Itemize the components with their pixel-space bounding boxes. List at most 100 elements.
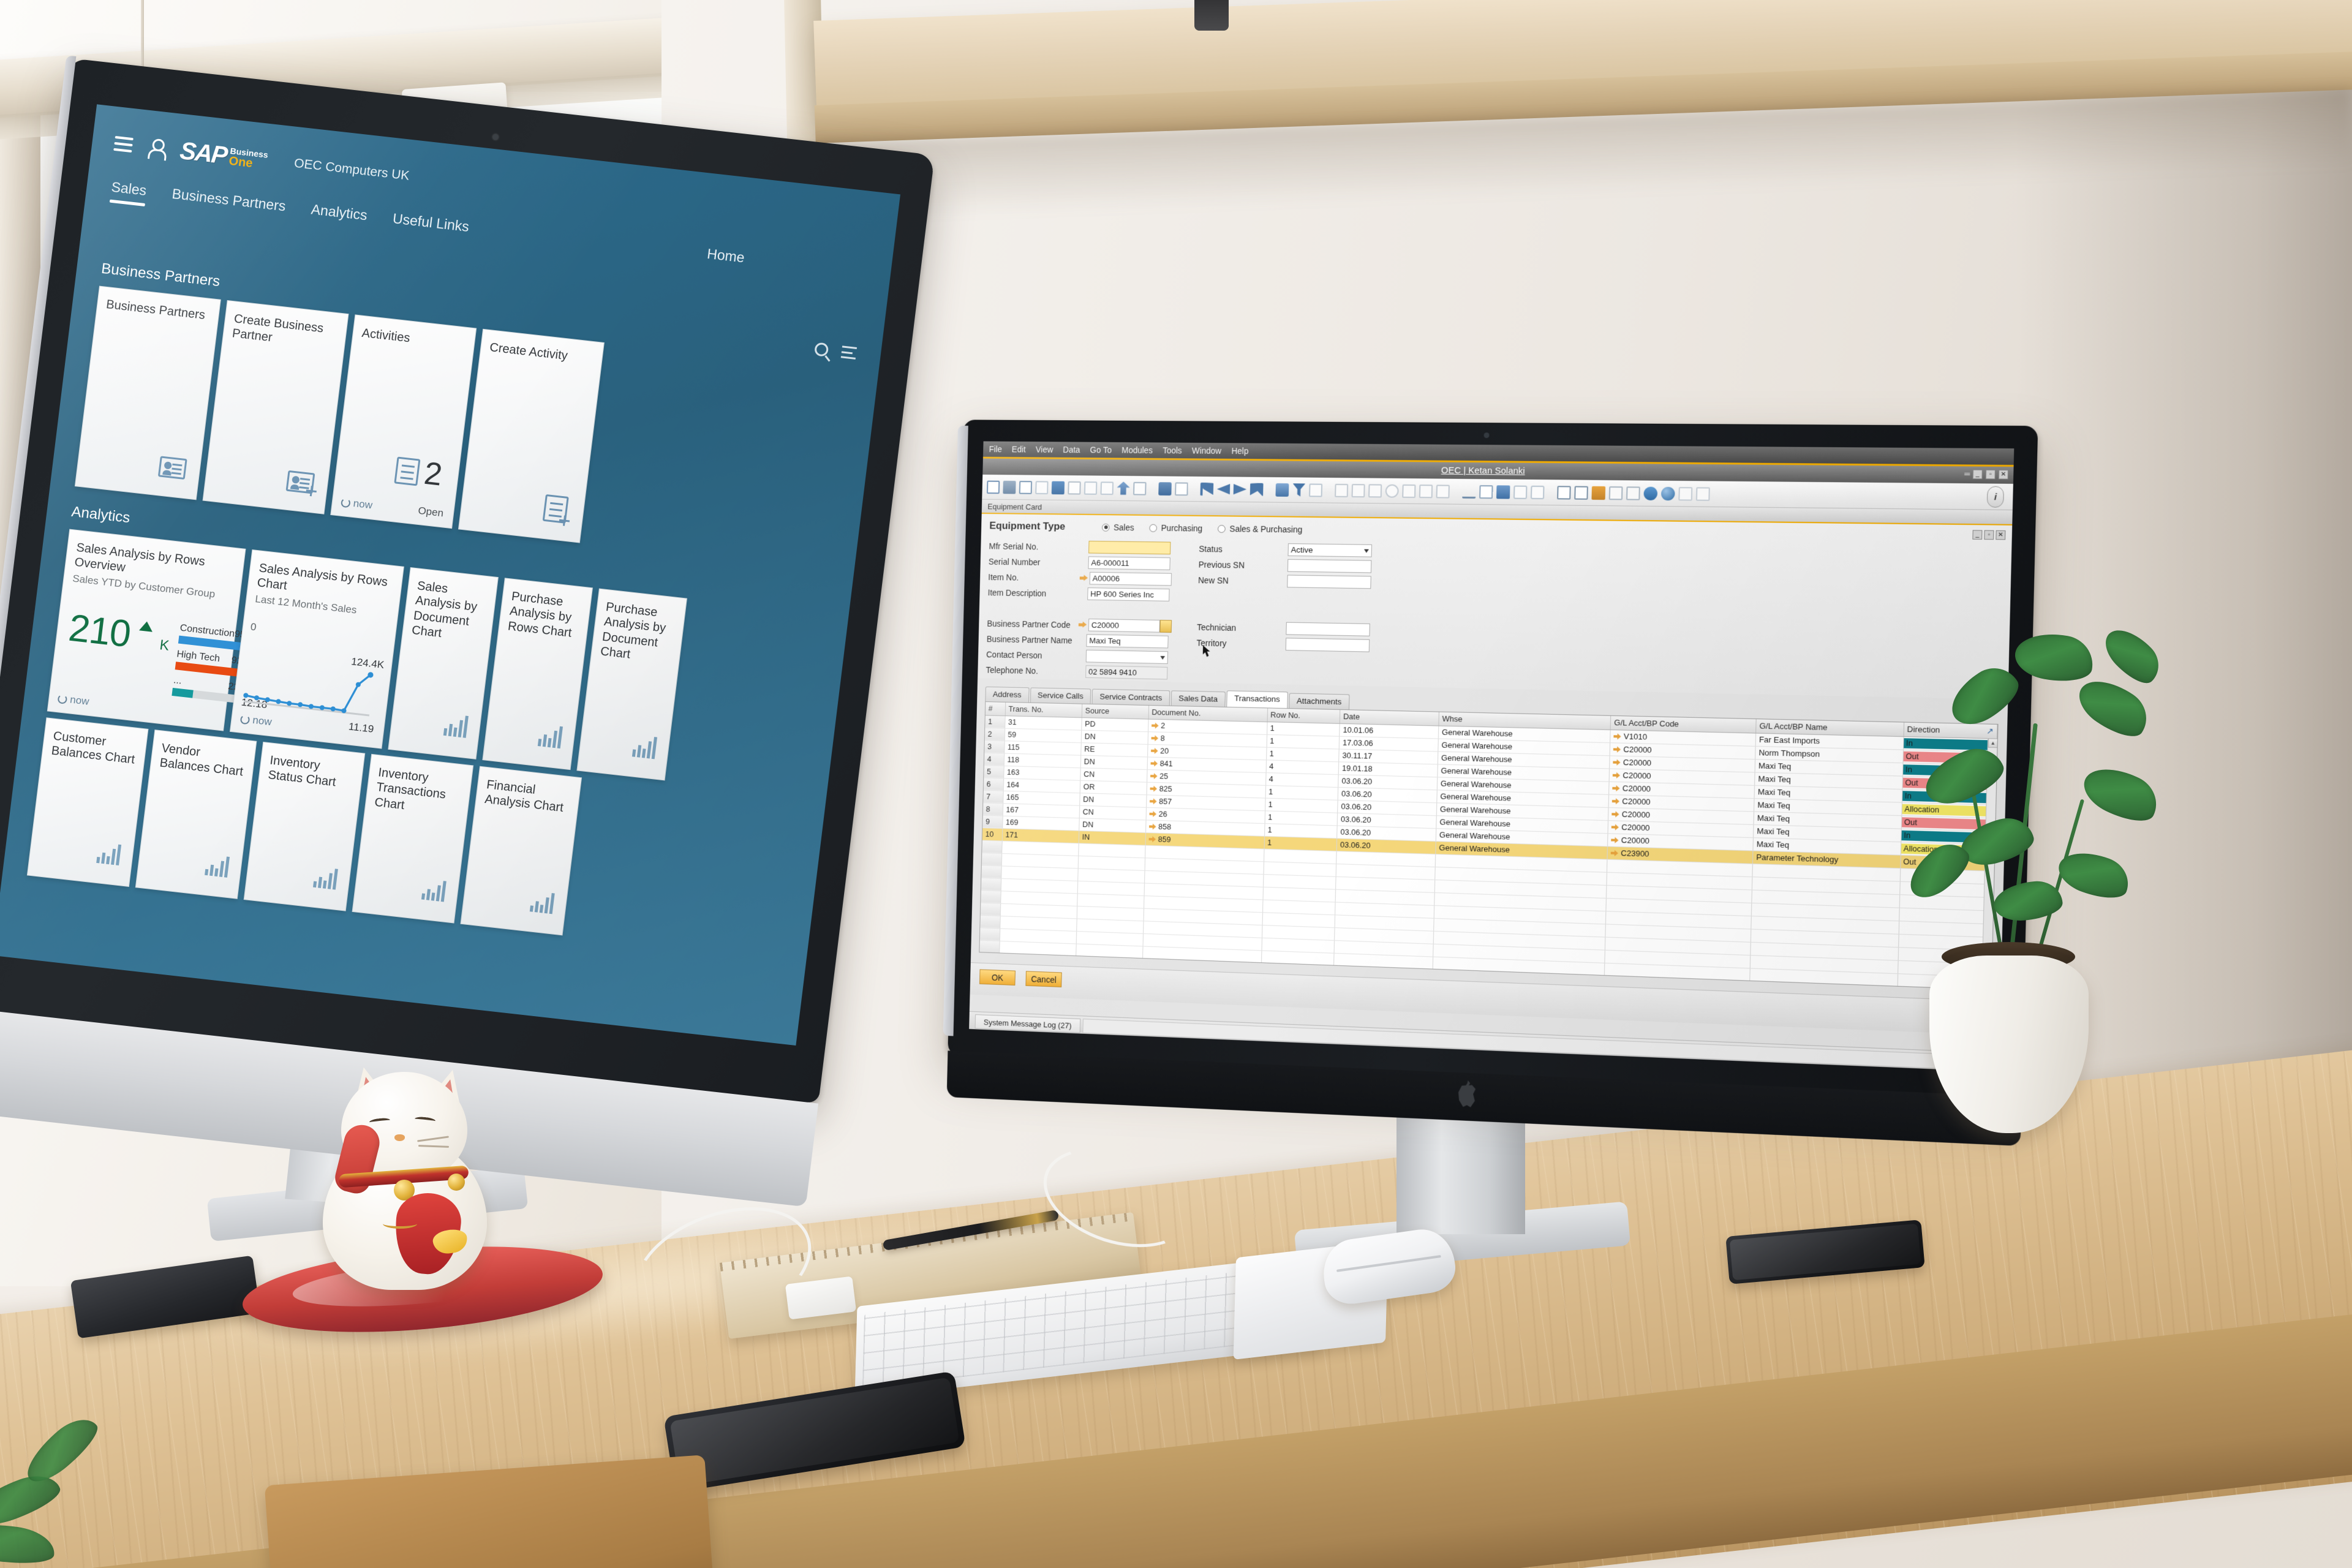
radio-purchasing[interactable]: Purchasing — [1149, 523, 1202, 533]
nav-home[interactable]: Home — [706, 246, 745, 266]
refresh-icon[interactable] — [239, 714, 251, 725]
new-sn-input[interactable] — [1287, 575, 1371, 589]
item-no-input[interactable]: A00006 — [1089, 571, 1172, 586]
link-arrow-icon[interactable] — [1150, 773, 1158, 779]
help-icon[interactable] — [1660, 486, 1675, 500]
business-partner-code-input[interactable]: C20000 — [1088, 619, 1160, 633]
cell-source[interactable]: RE — [1080, 742, 1148, 757]
form-maximize-button[interactable]: ▫ — [1984, 530, 1994, 540]
link-arrow-icon[interactable] — [1151, 748, 1159, 754]
sort-icon[interactable] — [1309, 483, 1323, 497]
tile-activities[interactable]: Activities 2 now Open — [330, 314, 477, 529]
radio-sales-and-purchasing[interactable]: Sales & Purchasing — [1218, 524, 1302, 535]
business-partner-name-input[interactable]: Maxi Teq — [1086, 634, 1169, 649]
link-arrow-icon[interactable] — [1611, 824, 1619, 830]
col-trans-no[interactable]: Trans. No. — [1005, 702, 1082, 718]
link-arrow-icon[interactable] — [1148, 836, 1156, 842]
cell-index[interactable]: 7 — [983, 790, 1004, 804]
status-select[interactable]: Active — [1287, 543, 1373, 557]
tab-service-calls[interactable]: Service Calls — [1030, 687, 1091, 704]
tile-business-partners[interactable]: Business Partners — [74, 285, 221, 500]
previous-sn-input[interactable] — [1287, 559, 1372, 573]
ok-button[interactable]: OK — [979, 969, 1016, 986]
link-arrow-icon[interactable] — [1612, 811, 1620, 817]
tile-financial-analysis-chart[interactable]: Financial Analysis Chart — [460, 766, 582, 936]
tile-inventory-transactions-chart[interactable]: Inventory Transactions Chart — [352, 753, 474, 924]
link-arrow-icon[interactable] — [1152, 723, 1159, 729]
cell-empty[interactable] — [982, 840, 1003, 853]
tile-create-activity[interactable]: Create Activity — [458, 328, 605, 543]
tile-vendor-balances-chart[interactable]: Vendor Balances Chart — [135, 729, 257, 899]
print-icon[interactable] — [1003, 480, 1016, 494]
tile-inventory-status-chart[interactable]: Inventory Status Chart — [243, 741, 366, 911]
minimize-button[interactable]: _ — [1972, 469, 1983, 480]
nav-sales[interactable]: Sales — [110, 179, 147, 206]
menu-window[interactable]: Window — [1192, 446, 1221, 456]
cell-source[interactable]: DN — [1081, 729, 1148, 744]
cell-index[interactable]: 6 — [983, 777, 1004, 791]
cell-index[interactable]: 2 — [984, 727, 1005, 741]
link-arrow-icon[interactable] — [1149, 811, 1157, 817]
tab-transactions[interactable]: Transactions — [1226, 690, 1288, 709]
tile-sales-analysis-document-chart[interactable]: Sales Analysis by Document Chart — [388, 567, 499, 760]
menu-goto[interactable]: Go To — [1090, 445, 1112, 455]
link-arrow-icon[interactable] — [1080, 575, 1088, 581]
drilldown-icon[interactable] — [1385, 484, 1399, 498]
launch-icon[interactable] — [1117, 481, 1130, 495]
menu-edit[interactable]: Edit — [1012, 445, 1026, 454]
previous-record-icon[interactable] — [1217, 483, 1231, 496]
cell-source[interactable]: CN — [1080, 767, 1147, 782]
lock-icon[interactable] — [1133, 481, 1147, 496]
first-record-icon[interactable] — [1200, 482, 1214, 496]
attachment-icon[interactable] — [1695, 486, 1710, 501]
cell-empty[interactable] — [981, 865, 1002, 878]
menu-data[interactable]: Data — [1063, 445, 1080, 454]
info-button[interactable]: i — [1986, 486, 2005, 508]
add-icon[interactable] — [1175, 481, 1188, 496]
report-icon[interactable] — [1436, 484, 1450, 499]
cell-row-no[interactable]: 1 — [1267, 722, 1340, 736]
link-arrow-icon[interactable] — [1613, 772, 1621, 778]
tab-sales-data[interactable]: Sales Data — [1170, 690, 1226, 707]
cell-index[interactable]: 9 — [982, 815, 1003, 829]
menu-help[interactable]: Help — [1231, 446, 1248, 456]
link-arrow-icon[interactable] — [1150, 798, 1158, 804]
delete-row-icon[interactable] — [1368, 483, 1382, 497]
cell-index[interactable]: 1 — [985, 715, 1006, 728]
expand-icon[interactable]: ↗ — [1986, 726, 1996, 736]
col-source[interactable]: Source — [1082, 704, 1149, 719]
edit-document-icon[interactable] — [1496, 484, 1510, 499]
user-icon[interactable] — [147, 138, 165, 158]
refresh-icon[interactable] — [1275, 483, 1289, 497]
hamburger-icon[interactable] — [113, 135, 134, 153]
link-arrow-icon[interactable] — [1611, 850, 1619, 856]
link-arrow-icon[interactable] — [1079, 622, 1087, 628]
territory-input[interactable] — [1285, 638, 1370, 652]
cell-empty[interactable] — [979, 940, 1000, 954]
restore-icon[interactable]: ≡≡ — [1964, 471, 1969, 477]
scroll-up-button[interactable]: ▲ — [1988, 738, 1998, 748]
link-arrow-icon[interactable] — [1150, 786, 1158, 792]
note-icon[interactable] — [1678, 486, 1693, 501]
close-button[interactable]: ✕ — [1998, 470, 2008, 480]
calculator-icon[interactable] — [1591, 486, 1606, 500]
mfr-serial-no-input[interactable] — [1088, 540, 1171, 555]
cell-empty[interactable] — [981, 877, 1001, 891]
email-icon[interactable] — [1019, 480, 1033, 494]
cell-index[interactable]: 10 — [982, 827, 1003, 841]
form-minimize-button[interactable]: _ — [1972, 530, 1983, 540]
link-arrow-icon[interactable] — [1614, 733, 1622, 739]
link-arrow-icon[interactable] — [1613, 746, 1621, 752]
tile-purchase-analysis-document-chart[interactable]: Purchase Analysis by Document Chart — [576, 588, 688, 781]
tab-address[interactable]: Address — [985, 686, 1030, 703]
refresh-icon[interactable] — [341, 497, 351, 508]
duplicate-row-icon[interactable] — [1351, 483, 1365, 497]
cell-source[interactable]: DN — [1080, 755, 1148, 770]
cell-source[interactable]: PD — [1081, 717, 1148, 732]
relationship-map-icon[interactable] — [1402, 484, 1416, 498]
next-record-icon[interactable] — [1234, 483, 1247, 496]
journal-icon[interactable] — [1419, 484, 1433, 498]
cell-empty[interactable] — [980, 914, 1001, 929]
link-arrow-icon[interactable] — [1149, 823, 1157, 829]
pdf-icon[interactable] — [1100, 481, 1114, 495]
